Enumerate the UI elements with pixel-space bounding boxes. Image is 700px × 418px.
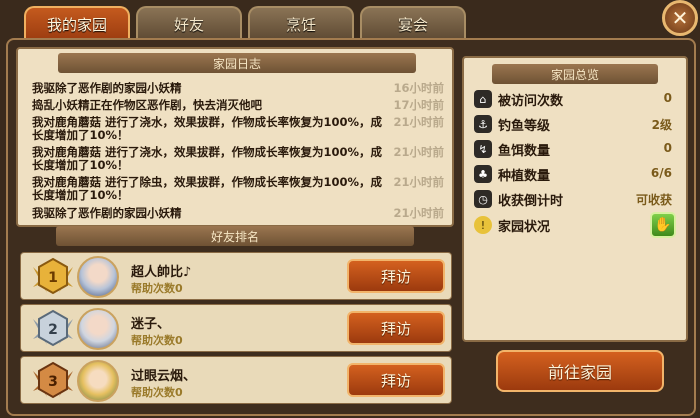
tab-my-home[interactable]: 我的家园 xyxy=(24,6,130,40)
log-title: 家园日志 xyxy=(58,53,416,73)
help-count: 帮助次数0 xyxy=(131,386,183,399)
log-entry: 我驱除了恶作剧的家园小妖精 xyxy=(32,206,182,220)
overview-label: 收获倒计时 xyxy=(498,194,564,209)
overview-row-fishing: ⚓ 钓鱼等级 2级 xyxy=(474,113,678,135)
log-time: 21小时前 xyxy=(393,115,444,129)
home-log[interactable]: 家园日志 我驱除了恶作剧的家园小妖精 16小时前 捣乱小妖精正在作物区恶作剧，快… xyxy=(16,47,454,227)
ranking-title: 好友排名 xyxy=(56,226,414,246)
log-entry: 我对鹿角蘑菇 进行了除虫，效果拔群，作物成长率恢复为100%，成长度增加了10%… xyxy=(32,175,383,202)
visit-button[interactable]: 拜访 xyxy=(347,311,445,345)
rank-number: 1 xyxy=(48,270,58,286)
bait-icon: ↯ xyxy=(474,140,492,158)
avatar xyxy=(77,256,119,298)
friend-name: 迷子、 xyxy=(131,317,171,332)
close-button[interactable]: ✕ xyxy=(662,0,698,36)
tab-friends[interactable]: 好友 xyxy=(136,6,242,40)
overview-label: 被访问次数 xyxy=(498,94,564,109)
sprout-icon: ♣ xyxy=(474,165,492,183)
avatar xyxy=(77,360,119,402)
overview-row-harvest: ◷ 收获倒计时 可收获 xyxy=(474,188,678,210)
overview-row-visits: ⌂ 被访问次数 0 xyxy=(474,88,678,110)
friend-name: 超人帥比♪ xyxy=(131,265,192,280)
home-overview: 家园总览 ⌂ 被访问次数 0 ⚓ 钓鱼等级 2级 ↯ 鱼饵数量 0 ♣ 种植数量… xyxy=(462,56,688,342)
overview-row-status: ! 家园状况 ✋ xyxy=(474,212,678,238)
friend-row: 1 超人帥比♪ 帮助次数0 拜访 xyxy=(20,252,452,300)
help-count: 帮助次数0 xyxy=(131,334,183,347)
friend-row: 2 迷子、 帮助次数0 拜访 xyxy=(20,304,452,352)
timer-icon: ◷ xyxy=(474,190,492,208)
overview-value: 0 xyxy=(663,91,672,105)
rank-medal-silver-icon: 2 xyxy=(33,309,73,347)
log-entry: 我对鹿角蘑菇 进行了浇水，效果拔群，作物成长率恢复为100%，成长度增加了10%… xyxy=(32,115,383,142)
close-icon: ✕ xyxy=(671,6,689,30)
goto-home-button[interactable]: 前往家园 xyxy=(496,350,664,392)
overview-value: 0 xyxy=(663,141,672,155)
tab-cooking[interactable]: 烹饪 xyxy=(248,6,354,40)
log-time: 21小时前 xyxy=(393,145,444,159)
visit-button[interactable]: 拜访 xyxy=(347,259,445,293)
friend-row: 3 过眼云烟、 帮助次数0 拜访 xyxy=(20,356,452,404)
log-time: 21小时前 xyxy=(393,175,444,189)
rank-number: 2 xyxy=(48,322,58,338)
overview-value: 2级 xyxy=(651,118,672,132)
rank-medal-bronze-icon: 3 xyxy=(33,361,73,399)
tab-banquet[interactable]: 宴会 xyxy=(360,6,466,40)
home-icon: ⌂ xyxy=(474,90,492,108)
log-entry: 捣乱小妖精正在作物区恶作剧，快去消灭他吧 xyxy=(32,98,262,112)
fishing-icon: ⚓ xyxy=(474,115,492,133)
log-entry: 我驱除了恶作剧的家园小妖精 xyxy=(32,81,182,95)
log-time: 21小时前 xyxy=(393,206,444,220)
rank-medal-gold-icon: 1 xyxy=(33,257,73,295)
ranking-header: 好友排名 xyxy=(16,226,454,246)
log-time: 17小时前 xyxy=(393,98,444,112)
overview-title: 家园总览 xyxy=(492,64,658,84)
log-time: 16小时前 xyxy=(393,81,444,95)
alert-icon: ! xyxy=(474,216,492,234)
overview-value: 可收获 xyxy=(635,193,672,207)
overview-label: 种植数量 xyxy=(498,169,551,184)
friend-name: 过眼云烟、 xyxy=(131,369,197,384)
log-entry: 我对鹿角蘑菇 进行了浇水，效果拔群，作物成长率恢复为100%，成长度增加了10%… xyxy=(32,145,383,172)
overview-row-bait: ↯ 鱼饵数量 0 xyxy=(474,138,678,160)
avatar xyxy=(77,308,119,350)
overview-value: 6/6 xyxy=(650,166,672,180)
visit-button[interactable]: 拜访 xyxy=(347,363,445,397)
harvest-hand-icon[interactable]: ✋ xyxy=(650,212,676,238)
help-count: 帮助次数0 xyxy=(131,282,183,295)
rank-number: 3 xyxy=(48,374,58,390)
overview-label: 鱼饵数量 xyxy=(498,144,551,159)
overview-label: 家园状况 xyxy=(498,220,551,235)
overview-label: 钓鱼等级 xyxy=(498,119,551,134)
overview-row-planting: ♣ 种植数量 6/6 xyxy=(474,163,678,185)
